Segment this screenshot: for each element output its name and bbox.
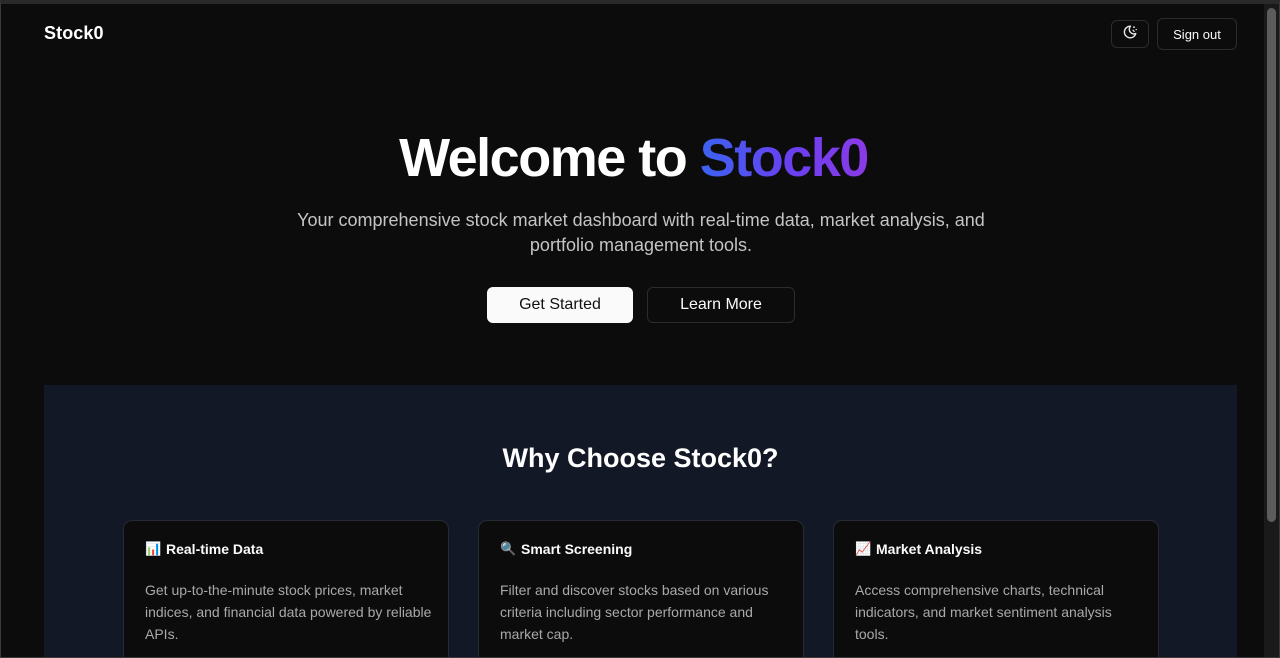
hero-title-prefix: Welcome to xyxy=(399,128,700,188)
feature-card-title-text: Real-time Data xyxy=(166,540,264,557)
features-title: Why Choose Stock0? xyxy=(502,443,779,473)
feature-card-market-analysis: 📈 Market Analysis Access comprehensive c… xyxy=(833,520,1159,657)
hero-title: Welcome to Stock0 xyxy=(1,126,1266,190)
feature-card-title: 📈 Market Analysis xyxy=(855,540,982,557)
features-section: Why Choose Stock0? 📊 Real-time Data Get … xyxy=(44,385,1237,657)
trending-up-icon: 📈 xyxy=(855,541,872,556)
theme-toggle-button[interactable] xyxy=(1111,20,1149,48)
bar-chart-icon: 📊 xyxy=(145,541,162,556)
scrollbar-thumb[interactable] xyxy=(1267,8,1276,522)
feature-card-realtime-data: 📊 Real-time Data Get up-to-the-minute st… xyxy=(123,520,449,657)
feature-card-title: 🔍 Smart Screening xyxy=(500,540,632,557)
browser-window: Stock0 Sign out Welcome to Stock0 Your c… xyxy=(0,0,1280,658)
get-started-button[interactable]: Get Started xyxy=(487,287,633,323)
feature-card-title-text: Market Analysis xyxy=(876,540,983,557)
feature-card-title: 📊 Real-time Data xyxy=(145,540,263,557)
page-scrollbar[interactable] xyxy=(1264,4,1279,657)
feature-card-description: Access comprehensive charts, technical i… xyxy=(855,582,1112,642)
top-navbar: Stock0 Sign out xyxy=(1,4,1266,68)
hero-title-accent: Stock0 xyxy=(699,128,870,188)
moon-sun-icon xyxy=(1121,23,1139,46)
magnifier-icon: 🔍 xyxy=(500,541,517,556)
brand-logo[interactable]: Stock0 xyxy=(44,23,104,44)
learn-more-button[interactable]: Learn More xyxy=(647,287,795,323)
hero-subtitle: Your comprehensive stock market dashboar… xyxy=(297,210,985,255)
feature-card-description: Get up-to-the-minute stock prices, marke… xyxy=(145,582,432,642)
feature-card-title-text: Smart Screening xyxy=(521,540,633,557)
feature-card-description: Filter and discover stocks based on vari… xyxy=(500,582,769,642)
sign-out-button[interactable]: Sign out xyxy=(1157,18,1237,50)
feature-card-smart-screening: 🔍 Smart Screening Filter and discover st… xyxy=(478,520,804,657)
